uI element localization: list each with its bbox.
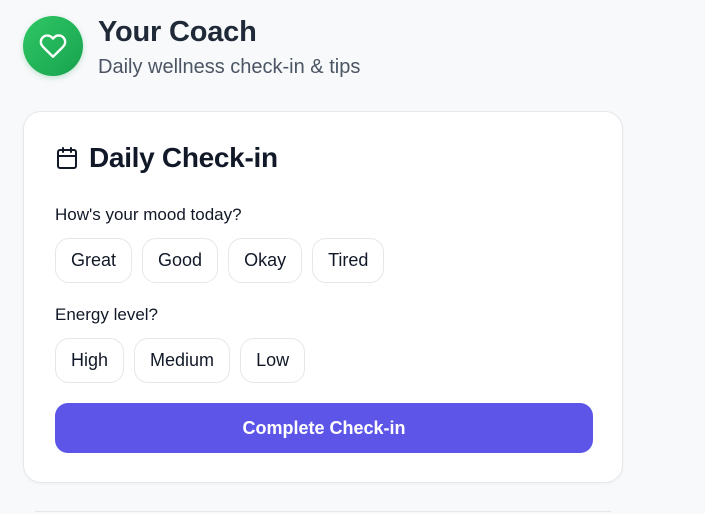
calendar-icon — [57, 147, 77, 169]
app-title: Your Coach — [98, 16, 257, 48]
mood-option-okay[interactable]: Okay — [228, 238, 303, 283]
energy-option-high[interactable]: High — [55, 338, 125, 383]
heart-icon — [39, 34, 67, 58]
energy-options: High Medium Low — [55, 338, 306, 383]
mood-options: Great Good Okay Tired — [55, 238, 385, 283]
app-header: Your Coach Daily wellness check-in & tip… — [23, 16, 360, 79]
mood-option-great[interactable]: Great — [55, 238, 133, 283]
card-title: Daily Check-in — [89, 142, 278, 173]
mood-option-good[interactable]: Good — [142, 238, 219, 283]
daily-checkin-card: Daily Check-in How's your mood today? Gr… — [23, 111, 623, 483]
card-header: Daily Check-in — [55, 142, 278, 174]
app-subtitle: Daily wellness check-in & tips — [98, 56, 361, 78]
energy-question: Energy level? — [55, 305, 159, 324]
mood-option-tired[interactable]: Tired — [312, 238, 385, 283]
mood-question: How's your mood today? — [55, 205, 242, 224]
energy-option-medium[interactable]: Medium — [134, 338, 231, 383]
app-logo — [23, 16, 83, 76]
energy-option-low[interactable]: Low — [240, 338, 306, 383]
complete-checkin-button[interactable]: Complete Check-in — [55, 403, 593, 453]
